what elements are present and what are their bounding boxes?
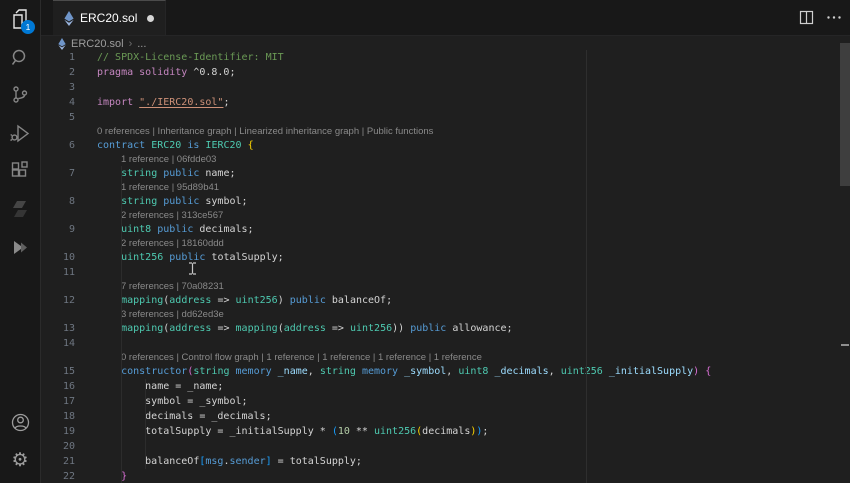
codelens[interactable]: 3 references | dd62ed3e: [40, 308, 850, 321]
code-line[interactable]: string public symbol;: [75, 194, 247, 209]
code-line[interactable]: mapping(address => mapping(address => ui…: [75, 321, 512, 336]
run-debug-icon: [9, 123, 31, 144]
code-line[interactable]: balanceOf[msg.sender] = totalSupply;: [75, 454, 362, 469]
code-line[interactable]: [75, 439, 97, 454]
codelens[interactable]: 2 references | 313ce567: [40, 209, 850, 222]
sidebar-item-ethereum[interactable]: [0, 228, 40, 266]
ethereum-arrow-icon: [11, 238, 30, 257]
line-number[interactable]: 9: [40, 222, 75, 237]
search-icon: [10, 47, 31, 68]
ethereum-file-icon: [64, 10, 74, 26]
mouse-cursor-ibeam: [188, 262, 197, 275]
sidebar-item-source-control[interactable]: [0, 76, 40, 114]
line-number[interactable]: 19: [40, 424, 75, 439]
sidebar-item-run-debug[interactable]: [0, 114, 40, 152]
overview-ruler-mark: [841, 344, 849, 346]
more-actions-icon[interactable]: [826, 10, 842, 25]
line-number[interactable]: 5: [40, 110, 75, 125]
line-number[interactable]: 1: [40, 50, 75, 65]
sidebar-item-search[interactable]: [0, 38, 40, 76]
line-number[interactable]: 4: [40, 95, 75, 110]
modified-dot[interactable]: [147, 14, 155, 22]
code-line[interactable]: symbol = _symbol;: [75, 394, 247, 409]
line-number[interactable]: 14: [40, 336, 75, 351]
split-editor-icon[interactable]: [799, 10, 814, 25]
codelens[interactable]: 2 references | 18160ddd: [40, 237, 850, 250]
explorer-badge: 1: [21, 20, 35, 34]
line-number[interactable]: 22: [40, 469, 75, 483]
sidebar-item-explorer[interactable]: 1: [0, 0, 40, 38]
tab-bar: ERC20.sol: [40, 0, 850, 36]
sidebar-item-extensions[interactable]: [0, 152, 40, 190]
ethereum-file-icon-small: [58, 37, 66, 50]
code-line[interactable]: decimals = _decimals;: [75, 409, 271, 424]
line-number[interactable]: 12: [40, 293, 75, 308]
code-editor[interactable]: 1// SPDX-License-Identifier: MIT 2 pragma …: [40, 50, 850, 483]
breadcrumb-chevron-icon: ›: [128, 37, 133, 50]
codelens[interactable]: 1 reference | 95d89b41: [40, 181, 850, 194]
code-line[interactable]: [75, 265, 97, 280]
sidebar-item-solidity[interactable]: [0, 190, 40, 228]
activity-bar: 1 ⚙: [0, 0, 41, 483]
line-number[interactable]: 15: [40, 364, 75, 379]
line-number[interactable]: 18: [40, 409, 75, 424]
editor-group: ERC20.sol ERC20.sol › ... 1 // SPDX-Lice…: [40, 0, 850, 483]
code-line[interactable]: name = _name;: [75, 379, 223, 394]
code-line[interactable]: [75, 110, 97, 125]
line-number[interactable]: 6: [40, 138, 75, 153]
line-number[interactable]: 2: [40, 65, 75, 80]
code-line[interactable]: // SPDX-License-Identifier: MIT: [75, 50, 284, 65]
line-number[interactable]: 10: [40, 250, 75, 265]
breadcrumb-ellipsis[interactable]: ...: [137, 38, 146, 50]
code-line[interactable]: [75, 80, 97, 95]
line-number[interactable]: 17: [40, 394, 75, 409]
line-number[interactable]: 13: [40, 321, 75, 336]
tab-label: ERC20.sol: [80, 11, 138, 25]
source-control-icon: [10, 85, 30, 105]
codelens[interactable]: 7 references | 70a08231: [40, 280, 850, 293]
tab-erc20sol[interactable]: ERC20.sol: [53, 0, 167, 35]
code-line[interactable]: contract ERC20 is IERC20 {: [75, 138, 254, 153]
line-number[interactable]: 21: [40, 454, 75, 469]
breadcrumb: ERC20.sol › ...: [40, 36, 850, 51]
code-line[interactable]: totalSupply = _initialSupply * (10 ** ui…: [75, 424, 488, 439]
code-line[interactable]: uint256 public totalSupply;: [75, 250, 284, 265]
codelens[interactable]: 1 reference | 06fdde03: [40, 153, 850, 166]
code-line[interactable]: pragma solidity ^0.8.0;: [75, 65, 235, 80]
codelens[interactable]: 0 references | Control flow graph | 1 re…: [40, 351, 850, 364]
line-number[interactable]: 3: [40, 80, 75, 95]
settings-gear-icon: ⚙: [11, 449, 29, 471]
settings-button[interactable]: ⚙: [0, 441, 40, 479]
line-number[interactable]: 7: [40, 166, 75, 181]
line-number[interactable]: 16: [40, 379, 75, 394]
scrollbar-thumb[interactable]: [840, 43, 850, 186]
solidity-s-icon: [11, 200, 29, 218]
code-line[interactable]: constructor(string memory _name, string …: [75, 364, 711, 379]
line-number[interactable]: 20: [40, 439, 75, 454]
breadcrumb-file[interactable]: ERC20.sol: [71, 38, 124, 50]
code-line[interactable]: [75, 336, 97, 351]
line-number[interactable]: 8: [40, 194, 75, 209]
account-icon: [10, 412, 31, 433]
code-line[interactable]: uint8 public decimals;: [75, 222, 253, 237]
code-line[interactable]: mapping(address => uint256) public balan…: [75, 293, 392, 308]
account-button[interactable]: [0, 403, 40, 441]
code-line[interactable]: }: [75, 469, 127, 483]
line-number[interactable]: 11: [40, 265, 75, 280]
code-line[interactable]: string public name;: [75, 166, 235, 181]
code-line[interactable]: import "./IERC20.sol";: [75, 95, 229, 110]
codelens[interactable]: 0 references | Inheritance graph | Linea…: [40, 125, 850, 138]
extensions-icon: [10, 161, 30, 181]
